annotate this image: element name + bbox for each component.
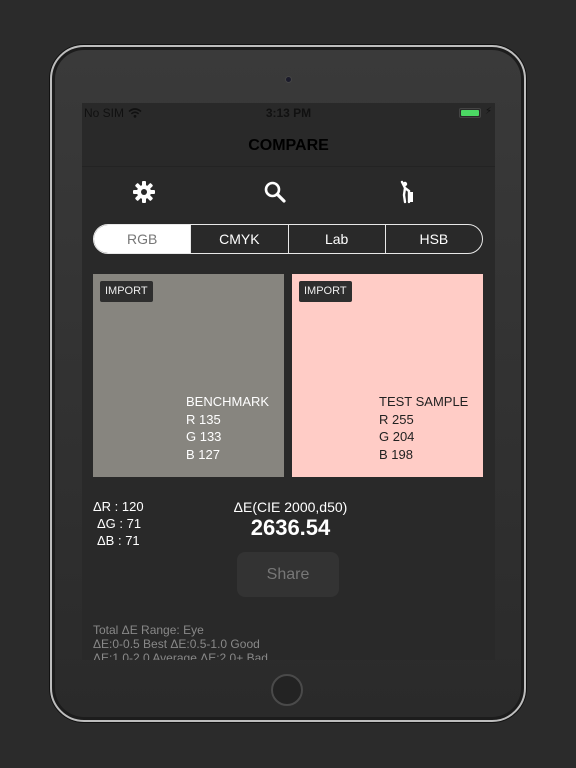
front-camera <box>285 76 292 83</box>
page-title: COMPARE <box>248 137 329 154</box>
note-line-3: ΔE:1.0-2.0 Average ΔE:2.0+ Bad <box>93 651 268 660</box>
note-line-1: Total ΔE Range: Eye <box>93 623 204 637</box>
delta-e-range-notes: Total ΔE Range: Eye ΔE:0-0.5 Best ΔE:0.5… <box>93 623 268 660</box>
status-time: 3:13 PM <box>265 106 312 120</box>
benchmark-title: BENCHMARK <box>186 394 270 409</box>
test-r: R 255 <box>379 411 414 427</box>
test-import-button[interactable]: IMPORT <box>299 281 352 302</box>
test-g: G 204 <box>379 429 415 444</box>
status-bar: No SIM 3:13 PM ⚡ <box>82 103 495 123</box>
battery-icon <box>459 108 481 118</box>
benchmark-swatch[interactable]: IMPORT BENCHMARK R 135 G 133 B 127 <box>93 274 284 477</box>
search-icon[interactable] <box>262 179 288 205</box>
benchmark-g: G 133 <box>186 429 222 444</box>
benchmark-r: R 135 <box>186 411 221 427</box>
test-sample-swatch[interactable]: IMPORT TEST SAMPLE R 255 G 204 B 198 <box>292 274 483 477</box>
home-button[interactable] <box>271 674 303 706</box>
color-mode-segmented-control: RGB CMYK Lab HSB <box>93 224 483 254</box>
benchmark-info: BENCHMARK R 135 G 133 B 127 <box>186 393 269 463</box>
navigation-bar: COMPARE <box>82 123 495 167</box>
segment-hsb[interactable]: HSB <box>384 225 482 253</box>
person-icon[interactable] <box>394 179 420 205</box>
toolbar <box>82 179 495 209</box>
test-b: B 198 <box>379 446 413 462</box>
segment-rgb[interactable]: RGB <box>94 225 191 253</box>
benchmark-import-button[interactable]: IMPORT <box>100 281 153 302</box>
test-title: TEST SAMPLE <box>379 394 469 409</box>
delta-e-value: 2636.54 <box>250 515 331 540</box>
share-button[interactable]: Share <box>237 552 339 597</box>
note-line-2: ΔE:0-0.5 Best ΔE:0.5-1.0 Good <box>93 637 260 651</box>
gear-icon[interactable] <box>131 179 157 205</box>
charging-icon: ⚡ <box>484 106 492 117</box>
benchmark-b: B 127 <box>186 446 220 462</box>
app-screen: No SIM 3:13 PM ⚡ COMPARE RGB CMYK Lab HS… <box>82 103 495 660</box>
segment-cmyk[interactable]: CMYK <box>190 225 287 253</box>
delta-e-label: ΔE(CIE 2000,d50) <box>233 499 348 515</box>
segment-lab[interactable]: Lab <box>287 225 385 253</box>
test-info: TEST SAMPLE R 255 G 204 B 198 <box>379 393 468 463</box>
